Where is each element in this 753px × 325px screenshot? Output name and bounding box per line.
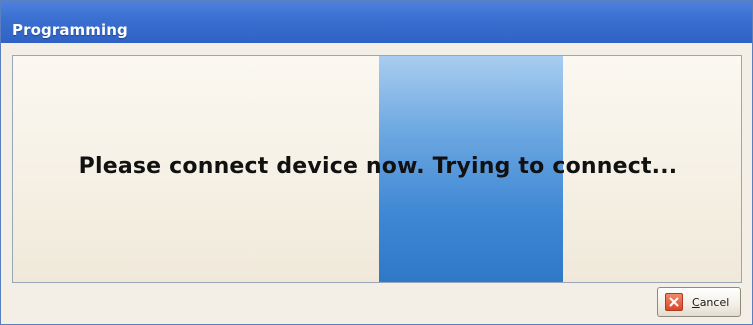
window-title: Programming	[12, 21, 128, 39]
status-message: Please connect device now. Trying to con…	[78, 154, 678, 179]
title-bar[interactable]: Programming	[1, 1, 752, 43]
cancel-button-label: Cancel	[692, 296, 729, 309]
close-icon	[665, 293, 683, 311]
cancel-label-rest: ancel	[699, 295, 730, 309]
cancel-accelerator-key: C	[692, 295, 700, 309]
connection-panel: Please connect device now. Trying to con…	[12, 55, 742, 283]
cancel-button[interactable]: Cancel	[657, 287, 741, 317]
programming-dialog: Programming Please connect device now. T…	[0, 0, 753, 325]
